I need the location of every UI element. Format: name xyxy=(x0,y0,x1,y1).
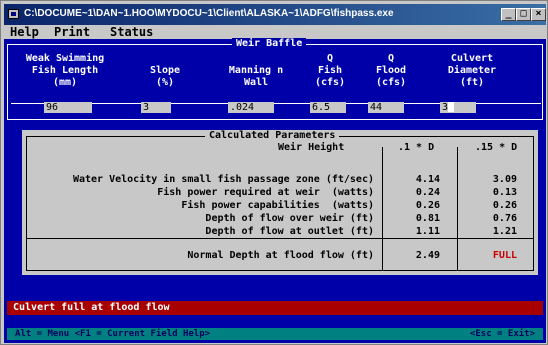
title-bar[interactable]: C:\DOCUME~1\DAN~1.HOO\MYDOCU~1\Client\AL… xyxy=(4,4,546,25)
slope-value: 3 xyxy=(143,102,150,113)
help-bar-left: Alt = Menu <F1 = Current Field Help> xyxy=(15,329,211,339)
row-value-power-capabilities-015d: 0.26 xyxy=(492,200,517,211)
row-value-velocity-01d: 4.14 xyxy=(415,174,440,185)
manning-n-value: .024 xyxy=(230,102,255,113)
header-q-flood: Q Flood (cfs) xyxy=(375,53,407,88)
maximize-button[interactable]: □ xyxy=(516,8,531,21)
weir-height-label: Weir Height xyxy=(278,142,345,153)
close-button[interactable]: × xyxy=(531,8,546,21)
minimize-button[interactable]: _ xyxy=(501,8,516,21)
column-divider-left xyxy=(382,147,383,270)
manning-n-input[interactable]: .024 xyxy=(228,102,274,113)
application-window: C:\DOCUME~1\DAN~1.HOO\MYDOCU~1\Client\AL… xyxy=(0,0,548,345)
row-label-depth-over-weir: Depth of flow over weir (ft) xyxy=(205,213,374,224)
slope-input[interactable]: 3 xyxy=(141,102,171,113)
row-value-depth-at-outlet-01d: 1.11 xyxy=(415,226,440,237)
q-fish-input[interactable]: 6.5 xyxy=(310,102,346,113)
row-label-normal-depth: Normal Depth at flood flow (ft) xyxy=(187,250,374,261)
row-value-power-required-01d: 0.24 xyxy=(415,187,440,198)
header-slope: Slope (%) xyxy=(149,65,181,88)
dos-screen: Weir Baffle Weak Swimming Fish Length (m… xyxy=(4,38,546,343)
row-label-velocity: Water Velocity in small fish passage zon… xyxy=(72,174,374,185)
row-value-depth-over-weir-015d: 0.76 xyxy=(492,213,517,224)
text-cursor xyxy=(448,102,455,112)
help-bar: Alt = Menu <F1 = Current Field Help> <Es… xyxy=(7,328,543,340)
header-culvert-diameter: Culvert Diameter (ft) xyxy=(447,53,497,88)
row-value-power-capabilities-01d: 0.26 xyxy=(415,200,440,211)
menu-status[interactable]: Status xyxy=(110,25,153,39)
column-header-015d: .15 * D xyxy=(475,142,518,153)
row-value-depth-at-outlet-015d: 1.21 xyxy=(492,226,517,237)
fish-length-value: 96 xyxy=(46,102,59,113)
culvert-diameter-input[interactable]: 3 xyxy=(440,102,476,113)
help-bar-right: <Esc = Exit> xyxy=(469,329,535,339)
weir-baffle-title: Weir Baffle xyxy=(232,38,307,50)
normal-depth-divider xyxy=(27,238,533,239)
row-label-power-capabilities: Fish power capabilities (watts) xyxy=(181,200,374,211)
q-fish-value: 6.5 xyxy=(312,102,331,113)
window-title: C:\DOCUME~1\DAN~1.HOO\MYDOCU~1\Client\AL… xyxy=(24,8,394,19)
row-value-depth-over-weir-01d: 0.81 xyxy=(415,213,440,224)
column-header-01d: .1 * D xyxy=(398,142,435,153)
app-icon[interactable] xyxy=(8,9,19,19)
column-divider-right xyxy=(457,147,458,270)
status-message: Culvert full at flood flow xyxy=(7,301,543,315)
header-manning-n: Manning n Wall xyxy=(228,65,284,88)
menu-bar: Help Print Status xyxy=(4,25,546,39)
header-fish-length: Weak Swimming Fish Length (mm) xyxy=(25,53,105,88)
fish-length-input[interactable]: 96 xyxy=(44,102,92,113)
row-value-velocity-015d: 3.09 xyxy=(492,174,517,185)
q-flood-input[interactable]: 44 xyxy=(368,102,404,113)
row-label-power-required: Fish power required at weir (watts) xyxy=(157,187,374,198)
row-value-power-required-015d: 0.13 xyxy=(492,187,517,198)
menu-print[interactable]: Print xyxy=(54,25,90,39)
row-label-depth-at-outlet: Depth of flow at outlet (ft) xyxy=(205,226,374,237)
calculated-parameters-panel: Calculated Parameters Weir Height .1 * D… xyxy=(22,130,538,275)
row-value-normal-depth-015d: FULL xyxy=(492,250,517,261)
q-flood-value: 44 xyxy=(370,102,383,113)
row-value-normal-depth-01d: 2.49 xyxy=(415,250,440,261)
header-q-fish: Q Fish (cfs) xyxy=(314,53,346,88)
menu-help[interactable]: Help xyxy=(10,25,39,39)
